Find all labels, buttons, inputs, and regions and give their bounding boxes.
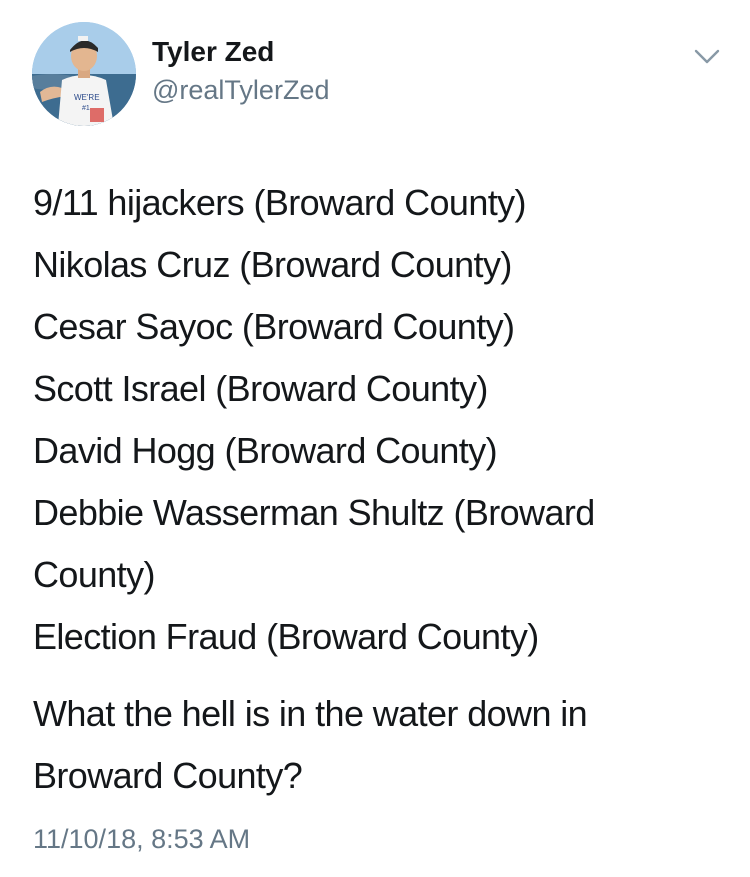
tweet-text: 9/11 hijackers (Broward County) Nikolas … xyxy=(33,172,723,668)
tweet-line: Scott Israel (Broward County) xyxy=(33,368,488,409)
avatar-photo-icon: WE'RE #1 xyxy=(32,22,136,126)
svg-text:#1: #1 xyxy=(82,105,90,112)
chevron-down-icon[interactable] xyxy=(692,46,722,68)
svg-text:WE'RE: WE'RE xyxy=(74,93,100,102)
avatar[interactable]: WE'RE #1 xyxy=(32,22,136,126)
tweet-timestamp[interactable]: 11/10/18, 8:53 AM xyxy=(33,822,250,856)
tweet-question: What the hell is in the water down in Br… xyxy=(33,693,588,796)
author-display-name[interactable]: Tyler Zed xyxy=(152,35,274,69)
tweet-line: Debbie Wasserman Shultz (Broward County) xyxy=(33,492,595,595)
tweet-card: WE'RE #1 Tyler Zed @realTylerZed 9/11 hi… xyxy=(0,0,750,877)
author-handle[interactable]: @realTylerZed xyxy=(152,74,329,106)
tweet-line: 9/11 hijackers (Broward County) xyxy=(33,182,527,223)
tweet-line: Nikolas Cruz (Broward County) xyxy=(33,244,512,285)
tweet-line: David Hogg (Broward County) xyxy=(33,430,498,471)
tweet-line: Cesar Sayoc (Broward County) xyxy=(33,306,515,347)
tweet-line: Election Fraud (Broward County) xyxy=(33,616,539,657)
